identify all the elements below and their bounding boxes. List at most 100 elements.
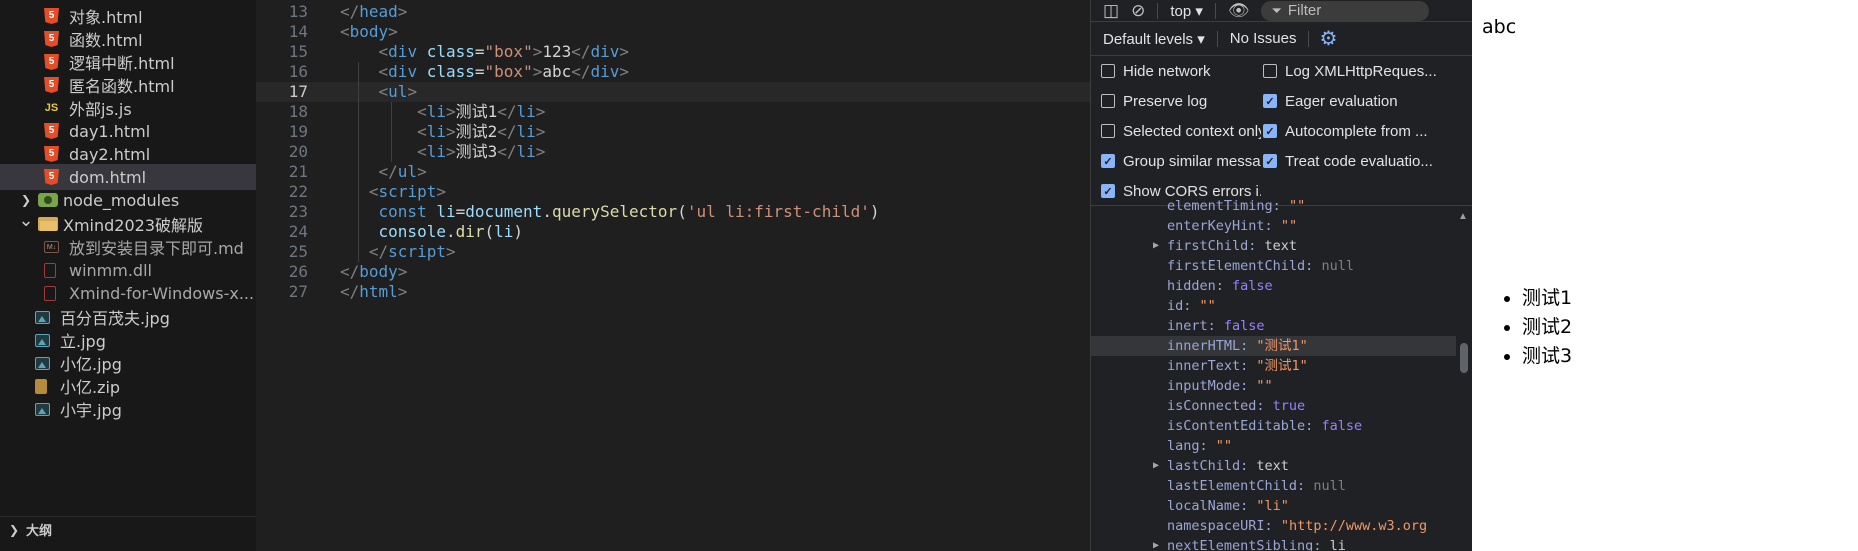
property-row[interactable]: inputMode: "" bbox=[1091, 376, 1457, 396]
code-line[interactable]: 20 <li>测试3</li> bbox=[256, 142, 1090, 162]
code-line[interactable]: 13 </head> bbox=[256, 2, 1090, 22]
property-key: namespaceURI bbox=[1167, 518, 1265, 534]
property-row[interactable]: ▶ firstChild: text bbox=[1091, 236, 1457, 256]
code-token: div bbox=[590, 62, 620, 81]
code-token: > bbox=[445, 142, 456, 161]
expand-arrow-icon[interactable]: ▶ bbox=[1153, 236, 1159, 256]
image-icon bbox=[35, 333, 50, 347]
checkbox-empty-icon[interactable] bbox=[1101, 124, 1115, 138]
code-line[interactable]: 24 console.dir(li) bbox=[256, 222, 1090, 242]
toolbar-divider bbox=[1308, 30, 1310, 47]
checkbox-checked-icon[interactable]: ✓ bbox=[1263, 124, 1277, 138]
code-token: > bbox=[445, 242, 456, 261]
code-line[interactable]: 27 </html> bbox=[256, 282, 1090, 302]
clear-console-icon[interactable]: ⊘ bbox=[1131, 1, 1145, 21]
filter-input[interactable]: ⏷ Filter bbox=[1261, 0, 1430, 21]
property-row[interactable]: namespaceURI: "http://www.w3.org bbox=[1091, 516, 1457, 536]
code-line[interactable]: 18 <li>测试1</li> bbox=[256, 102, 1090, 122]
outline-section-header[interactable]: ❯ 大纲 bbox=[0, 516, 256, 542]
property-row[interactable]: isContentEditable: false bbox=[1091, 416, 1457, 436]
code-line[interactable]: 23 const li=document.querySelector('ul l… bbox=[256, 202, 1090, 222]
setting-checkbox[interactable]: ✓ Group similar messa... bbox=[1101, 146, 1261, 176]
line-code: <ul> bbox=[340, 82, 418, 102]
property-row[interactable]: lang: "" bbox=[1091, 436, 1457, 456]
expand-arrow-icon[interactable]: ▶ bbox=[1153, 536, 1159, 551]
property-value: "" bbox=[1256, 378, 1273, 394]
checkbox-empty-icon[interactable] bbox=[1263, 64, 1277, 78]
file-tree-item-label: 逻辑中断.html bbox=[69, 54, 175, 73]
checkbox-empty-icon[interactable] bbox=[1101, 64, 1115, 78]
property-value: null bbox=[1321, 258, 1354, 274]
code-token: div bbox=[590, 42, 620, 61]
code-line[interactable]: 19 <li>测试2</li> bbox=[256, 122, 1090, 142]
file-tree-item-label: Xmind2023破解版 bbox=[63, 216, 204, 235]
property-row[interactable]: innerText: "测试1" bbox=[1091, 356, 1457, 376]
property-row[interactable]: ▶ nextElementSibling: li bbox=[1091, 536, 1457, 551]
scroll-up-icon[interactable]: ▲ bbox=[1458, 211, 1468, 222]
chevron-down-icon[interactable]: ⌄ bbox=[18, 210, 34, 231]
context-select[interactable]: top ▾ bbox=[1170, 2, 1203, 20]
node-folder-icon bbox=[38, 193, 58, 207]
property-colon: : bbox=[1207, 318, 1224, 334]
properties-scrollbar[interactable]: ▲ bbox=[1456, 207, 1472, 551]
setting-checkbox[interactable]: Preserve log bbox=[1101, 86, 1261, 116]
line-number: 20 bbox=[288, 142, 308, 161]
sidebar-toggle-icon[interactable]: ◫ bbox=[1103, 1, 1119, 21]
code-token: querySelector bbox=[551, 202, 678, 221]
property-row[interactable]: innerHTML: "测试1" bbox=[1091, 336, 1457, 356]
code-line[interactable]: 14 <body> bbox=[256, 22, 1090, 42]
code-line[interactable]: 15 <div class="box">123</div> bbox=[256, 42, 1090, 62]
setting-checkbox[interactable]: Selected context only bbox=[1101, 116, 1261, 146]
property-row[interactable]: localName: "li" bbox=[1091, 496, 1457, 516]
property-row[interactable]: firstElementChild: null bbox=[1091, 256, 1457, 276]
property-row[interactable]: isConnected: true bbox=[1091, 396, 1457, 416]
property-row[interactable]: hidden: false bbox=[1091, 276, 1457, 296]
code-line[interactable]: 21 </ul> bbox=[256, 162, 1090, 182]
file-tree-item[interactable]: ❯ node_modules bbox=[0, 187, 256, 213]
file-tree-item[interactable]: Xmind-for-Windows-x... bbox=[0, 280, 256, 306]
setting-checkbox[interactable]: ✓ Treat code evaluatio... bbox=[1263, 146, 1471, 176]
property-row[interactable]: lastElementChild: null bbox=[1091, 476, 1457, 496]
setting-checkbox[interactable]: ✓ Autocomplete from ... bbox=[1263, 116, 1471, 146]
settings-gear-icon[interactable]: ⚙ bbox=[1319, 26, 1337, 51]
setting-checkbox[interactable]: Hide network bbox=[1101, 56, 1261, 86]
setting-label: Eager evaluation bbox=[1285, 92, 1398, 110]
code-line[interactable]: 26 </body> bbox=[256, 262, 1090, 282]
checkbox-checked-icon[interactable]: ✓ bbox=[1101, 154, 1115, 168]
setting-checkbox[interactable]: Log XMLHttpReques... bbox=[1263, 56, 1471, 86]
property-key: id bbox=[1167, 298, 1184, 314]
eye-icon[interactable]: 👁 bbox=[1228, 1, 1250, 21]
property-row[interactable]: elementTiming: "" bbox=[1091, 196, 1457, 216]
line-number: 26 bbox=[288, 262, 308, 281]
code-line[interactable]: 16 <div class="box">abc</div> bbox=[256, 62, 1090, 82]
scrollbar-thumb[interactable] bbox=[1460, 343, 1468, 373]
checkbox-empty-icon[interactable] bbox=[1101, 94, 1115, 108]
chevron-right-icon[interactable]: ❯ bbox=[18, 193, 34, 207]
code-token: 测试3 bbox=[455, 142, 498, 161]
preview-box-text: abc bbox=[1482, 16, 1517, 38]
property-row[interactable]: ▶ lastChild: text bbox=[1091, 456, 1457, 476]
code-line[interactable]: 25 </script> bbox=[256, 242, 1090, 262]
issues-counter[interactable]: No Issues bbox=[1230, 30, 1297, 47]
property-key: firstElementChild bbox=[1167, 258, 1306, 274]
code-line[interactable]: 22 <script> bbox=[256, 182, 1090, 202]
code-line[interactable]: 17 <ul> bbox=[256, 82, 1090, 102]
checkbox-checked-icon[interactable]: ✓ bbox=[1263, 154, 1277, 168]
log-levels-select[interactable]: Default levels ▾ bbox=[1103, 30, 1205, 48]
checkbox-checked-icon[interactable]: ✓ bbox=[1263, 94, 1277, 108]
code-token: > bbox=[388, 22, 398, 41]
setting-checkbox[interactable]: ✓ Eager evaluation bbox=[1263, 86, 1471, 116]
property-colon: : bbox=[1305, 258, 1322, 274]
file-tree-item[interactable]: 小宇.jpg bbox=[0, 396, 256, 422]
property-row[interactable]: inert: false bbox=[1091, 316, 1457, 336]
property-row[interactable]: id: "" bbox=[1091, 296, 1457, 316]
html5-icon: 5 bbox=[44, 146, 59, 162]
expand-arrow-icon[interactable]: ▶ bbox=[1153, 456, 1159, 476]
file-tree-item-label: day1.html bbox=[69, 121, 151, 141]
code-token: > bbox=[619, 42, 630, 61]
code-editor[interactable]: 13 </head> 14 <body> 15 <div class="box">123… bbox=[256, 0, 1090, 551]
property-row[interactable]: enterKeyHint: "" bbox=[1091, 216, 1457, 236]
code-token: body bbox=[349, 22, 389, 41]
